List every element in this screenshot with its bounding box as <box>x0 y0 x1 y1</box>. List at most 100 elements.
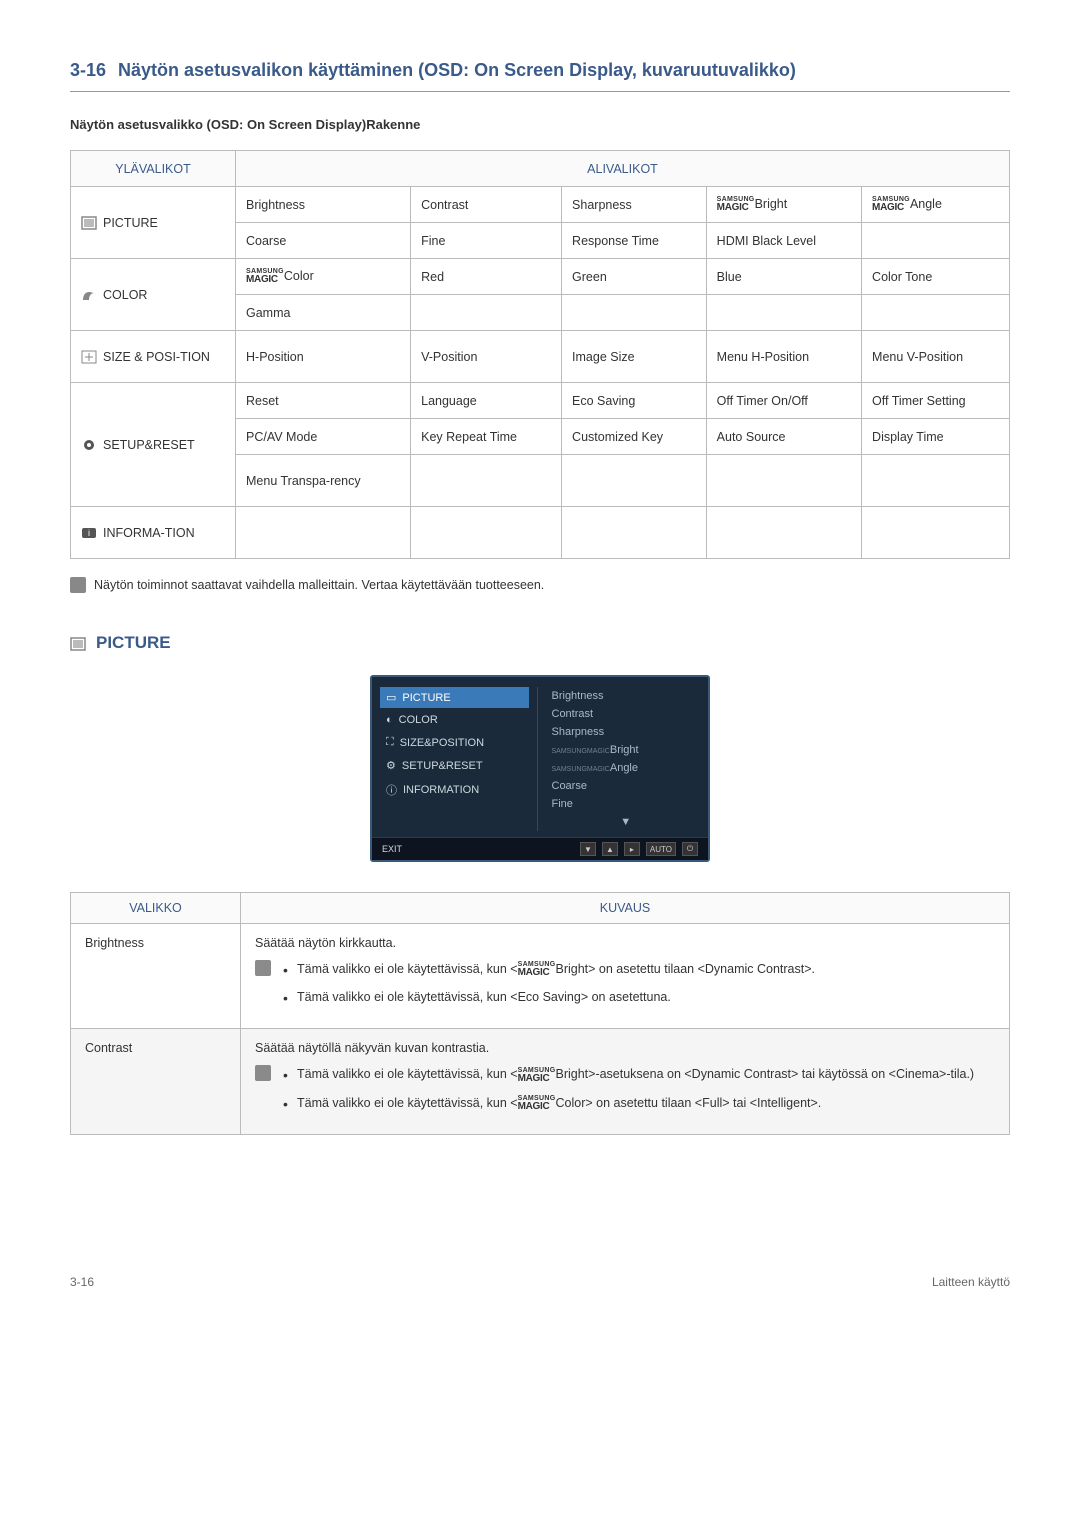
th-ylavalikot: YLÄVALIKOT <box>71 151 236 187</box>
cell: Off Timer On/Off <box>706 383 861 419</box>
page-heading: 3-16Näytön asetusvalikon käyttäminen (OS… <box>70 60 1010 92</box>
desc-contrast-label: Contrast <box>71 1029 241 1134</box>
osd-right-menu: Brightness Contrast Sharpness SAMSUNGMAG… <box>548 687 701 831</box>
cell: Green <box>562 259 707 295</box>
desc-brightness-body: Säätää näytön kirkkautta. Tämä valikko e… <box>241 924 1010 1029</box>
cell: Color Tone <box>862 259 1010 295</box>
cell <box>411 295 562 331</box>
osd-item-setup: ⚙SETUP&RESET <box>380 755 529 776</box>
magic-logo: SAMSUNGMAGIC <box>518 1067 556 1084</box>
svg-text:i: i <box>88 528 90 538</box>
page-footer: 3-16 Laitteen käyttö <box>70 1275 1010 1289</box>
osd-footer: EXIT ▼ ▲ ▸ AUTO ⏻ <box>372 837 708 860</box>
magic-logo: SAMSUNGMAGIC <box>518 961 556 978</box>
footer-right: Laitteen käyttö <box>932 1275 1010 1289</box>
bullet: Tämä valikko ei ole käytettävissä, kun <… <box>283 1065 995 1083</box>
menu-setup-cell: SETUP&RESET <box>71 383 236 507</box>
cell <box>862 455 1010 507</box>
cell <box>411 455 562 507</box>
cell: Blue <box>706 259 861 295</box>
note-icon <box>255 960 271 976</box>
cell <box>862 507 1010 559</box>
cell: Off Timer Setting <box>862 383 1010 419</box>
cell: V-Position <box>411 331 562 383</box>
cell: Display Time <box>862 419 1010 455</box>
menu-picture-cell: PICTURE <box>71 187 236 259</box>
menu-color-label: COLOR <box>103 288 147 302</box>
desc-brightness-label: Brightness <box>71 924 241 1029</box>
cell: Auto Source <box>706 419 861 455</box>
osd-scroll-down: ▼ <box>552 813 701 831</box>
desc-intro: Säätää näytön kirkkautta. <box>255 936 995 950</box>
osd-sub: Sharpness <box>552 723 701 741</box>
desc-intro: Säätää näytöllä näkyvän kuvan kontrastia… <box>255 1041 995 1055</box>
osd-item-size: ⛶SIZE&POSITION <box>380 732 529 753</box>
cell: H-Position <box>236 331 411 383</box>
cell: Red <box>411 259 562 295</box>
menu-setup-label: SETUP&RESET <box>103 438 195 452</box>
osd-btn-enter: ▸ <box>624 842 640 856</box>
osd-sub: Brightness <box>552 687 701 705</box>
note-icon <box>70 577 86 593</box>
osd-btn-auto: AUTO <box>646 842 676 856</box>
info-icon: i <box>81 526 97 540</box>
osd-item-info: ⓘINFORMATION <box>380 778 529 802</box>
description-table: VALIKKO KUVAUS Brightness Säätää näytön … <box>70 892 1010 1135</box>
cell: Contrast <box>411 187 562 223</box>
bullet: Tämä valikko ei ole käytettävissä, kun <… <box>283 1094 995 1112</box>
cell <box>562 507 707 559</box>
th-valikko: VALIKKO <box>71 893 241 924</box>
cell: Customized Key <box>562 419 707 455</box>
picture-icon <box>70 636 86 650</box>
cell <box>862 223 1010 259</box>
cell <box>706 455 861 507</box>
osd-sub: SAMSUNGMAGICBright <box>552 741 701 759</box>
osd-sub: Coarse <box>552 777 701 795</box>
note-text: Näytön toiminnot saattavat vaihdella mal… <box>94 578 544 592</box>
magic-logo: SAMSUNGMAGIC <box>518 1095 556 1112</box>
osd-screenshot: ▭PICTURE ◐COLOR ⛶SIZE&POSITION ⚙SETUP&RE… <box>370 675 710 862</box>
osd-sub: SAMSUNGMAGICAngle <box>552 759 701 777</box>
section-picture-heading: PICTURE <box>70 633 1010 653</box>
bullet: Tämä valikko ei ole käytettävissä, kun <… <box>283 960 995 978</box>
cell <box>411 507 562 559</box>
cell: Image Size <box>562 331 707 383</box>
cell <box>236 507 411 559</box>
section-number: 3-16 <box>70 60 106 80</box>
size-icon <box>81 350 97 364</box>
cell <box>706 295 861 331</box>
cell: Response Time <box>562 223 707 259</box>
note-row: Näytön toiminnot saattavat vaihdella mal… <box>70 577 1010 593</box>
cell <box>706 507 861 559</box>
osd-structure-table: YLÄVALIKOT ALIVALIKOT PICTURE Brightness… <box>70 150 1010 559</box>
magic-logo: SAMSUNGMAGIC <box>246 268 284 285</box>
cell: Fine <box>411 223 562 259</box>
cell: SAMSUNGMAGICAngle <box>862 187 1010 223</box>
menu-info-label: INFORMA-TION <box>103 526 195 540</box>
cell: HDMI Black Level <box>706 223 861 259</box>
cell: Gamma <box>236 295 411 331</box>
osd-exit: EXIT <box>382 844 402 854</box>
cell: Key Repeat Time <box>411 419 562 455</box>
cell: Sharpness <box>562 187 707 223</box>
th-alivalikot: ALIVALIKOT <box>236 151 1010 187</box>
osd-btn-power: ⏻ <box>682 842 698 856</box>
cell: SAMSUNGMAGICColor <box>236 259 411 295</box>
subheading: Näytön asetusvalikko (OSD: On Screen Dis… <box>70 117 1010 132</box>
bullet: Tämä valikko ei ole käytettävissä, kun <… <box>283 988 995 1006</box>
menu-info-cell: i INFORMA-TION <box>71 507 236 559</box>
osd-sub: Fine <box>552 795 701 813</box>
note-icon <box>255 1065 271 1081</box>
osd-item-picture: ▭PICTURE <box>380 687 529 708</box>
cell: Language <box>411 383 562 419</box>
magic-logo: SAMSUNGMAGIC <box>872 196 910 213</box>
cell: Menu H-Position <box>706 331 861 383</box>
cell: Menu V-Position <box>862 331 1010 383</box>
osd-btn-down: ▼ <box>580 842 596 856</box>
setup-icon <box>81 438 97 452</box>
th-kuvaus: KUVAUS <box>241 893 1010 924</box>
cell <box>862 295 1010 331</box>
osd-item-color: ◐COLOR <box>380 710 529 730</box>
cell: Eco Saving <box>562 383 707 419</box>
menu-size-cell: SIZE & POSI-TION <box>71 331 236 383</box>
